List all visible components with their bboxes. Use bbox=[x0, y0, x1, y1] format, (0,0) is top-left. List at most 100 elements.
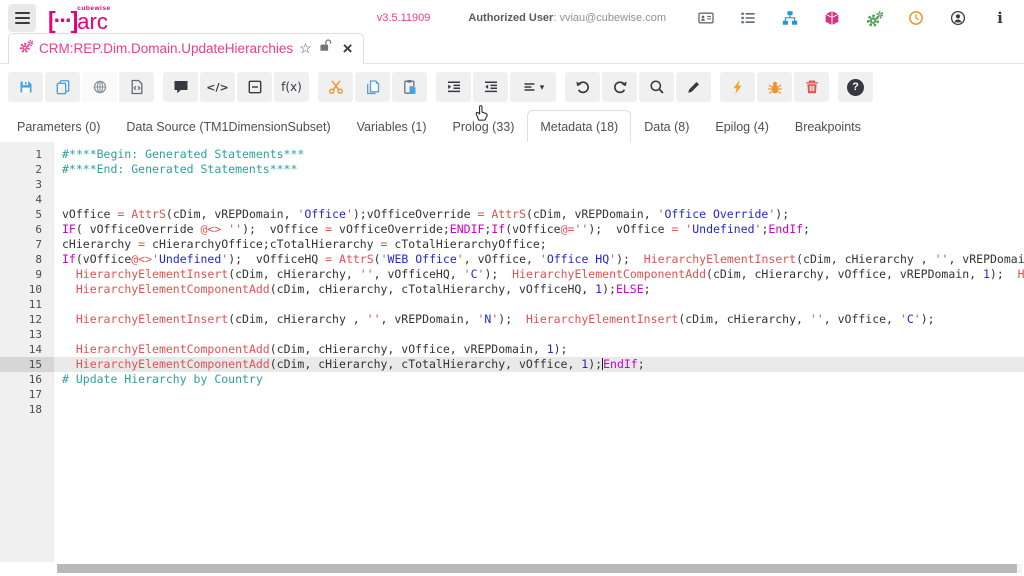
line-number[interactable]: 13 bbox=[0, 327, 54, 342]
file-code-button[interactable] bbox=[119, 72, 154, 102]
tab-data-source-tm1dimensionsubset[interactable]: Data Source (TM1DimensionSubset) bbox=[113, 110, 343, 144]
help-button[interactable]: ? bbox=[838, 72, 873, 102]
process-gears-icon bbox=[19, 39, 33, 53]
list-icon bbox=[740, 10, 756, 26]
line-number[interactable]: 18 bbox=[0, 402, 54, 417]
process-gear-icon bbox=[19, 39, 33, 58]
indent-button[interactable] bbox=[436, 72, 471, 102]
comment-icon bbox=[173, 79, 189, 95]
code-line-3[interactable]: 3 bbox=[0, 177, 1024, 192]
code-block-button[interactable]: </> bbox=[200, 72, 235, 102]
line-number[interactable]: 8 bbox=[0, 252, 54, 267]
run-button[interactable] bbox=[720, 72, 755, 102]
code-line-13[interactable]: 13 bbox=[0, 327, 1024, 342]
code-line-10[interactable]: 10 HierarchyElementComponentAdd(cDim, cH… bbox=[0, 282, 1024, 297]
code-line-6[interactable]: 6IF( vOfficeOverride @<> ''); vOffice = … bbox=[0, 222, 1024, 237]
undo-button[interactable] bbox=[565, 72, 600, 102]
menu-button[interactable] bbox=[8, 4, 36, 32]
clock-icon-button[interactable] bbox=[906, 8, 926, 28]
cube-icon-button[interactable] bbox=[822, 8, 842, 28]
globe-button[interactable] bbox=[82, 72, 117, 102]
tab-data-8[interactable]: Data (8) bbox=[631, 110, 702, 144]
hamburger-icon bbox=[15, 12, 30, 14]
cubewise-arc-logo[interactable]: [···] cubewise arc bbox=[48, 6, 111, 30]
tab-prolog-33[interactable]: Prolog (33) bbox=[440, 110, 528, 144]
line-number[interactable]: 2 bbox=[0, 162, 54, 177]
tab-epilog-4[interactable]: Epilog (4) bbox=[702, 110, 782, 144]
tab-variables-1[interactable]: Variables (1) bbox=[344, 110, 440, 144]
favorite-star-icon[interactable]: ☆ bbox=[299, 41, 312, 55]
code-line-5[interactable]: 5vOffice = AttrS(cDim, vREPDomain, 'Offi… bbox=[0, 207, 1024, 222]
copy-process-button[interactable] bbox=[45, 72, 80, 102]
code-editor[interactable]: 1#****Begin: Generated Statements***2#**… bbox=[0, 142, 1024, 576]
line-number[interactable]: 17 bbox=[0, 387, 54, 402]
line-number[interactable]: 12 bbox=[0, 312, 54, 327]
code-line-4[interactable]: 4 bbox=[0, 192, 1024, 207]
code-line-16[interactable]: 16# Update Hierarchy by Country bbox=[0, 372, 1024, 387]
horizontal-scrollbar[interactable] bbox=[57, 564, 1022, 573]
scrollbar-thumb[interactable] bbox=[57, 564, 1017, 573]
line-number[interactable]: 9 bbox=[0, 267, 54, 282]
code-line-18[interactable]: 18 bbox=[0, 402, 1024, 417]
toolbar-group: ▾ bbox=[436, 72, 556, 102]
line-number[interactable]: 11 bbox=[0, 297, 54, 312]
toolbar-group bbox=[318, 72, 427, 102]
line-number[interactable]: 14 bbox=[0, 342, 54, 357]
editor-toolbar: </> f(x) ▾? bbox=[0, 64, 1024, 110]
line-number[interactable]: 10 bbox=[0, 282, 54, 297]
globe-icon bbox=[92, 79, 108, 95]
code-line-14[interactable]: 14 HierarchyElementComponentAdd(cDim, cH… bbox=[0, 342, 1024, 357]
collapse-button[interactable] bbox=[237, 72, 272, 102]
code-line-7[interactable]: 7cHierarchy = cHierarchyOffice;cTotalHie… bbox=[0, 237, 1024, 252]
format-dropdown-button[interactable]: ▾ bbox=[510, 72, 556, 102]
search-button[interactable] bbox=[639, 72, 674, 102]
line-number[interactable]: 4 bbox=[0, 192, 54, 207]
line-number[interactable]: 1 bbox=[0, 147, 54, 162]
copy-icon bbox=[55, 79, 71, 95]
code-line-15[interactable]: 15 HierarchyElementComponentAdd(cDim, cH… bbox=[0, 357, 1024, 372]
line-number[interactable]: 16 bbox=[0, 372, 54, 387]
redo-button[interactable] bbox=[602, 72, 637, 102]
save-button[interactable] bbox=[8, 72, 43, 102]
delete-button[interactable] bbox=[794, 72, 829, 102]
code-line-8[interactable]: 8If(vOffice@<>'Undefined'); vOfficeHQ = … bbox=[0, 252, 1024, 267]
code-tag-icon: </> bbox=[206, 82, 228, 93]
line-number[interactable]: 15 bbox=[0, 357, 54, 372]
undo-icon bbox=[575, 79, 591, 95]
unlock-icon[interactable] bbox=[318, 38, 333, 58]
gears-icon bbox=[866, 10, 883, 27]
code-area[interactable]: 1#****Begin: Generated Statements***2#**… bbox=[0, 142, 1024, 417]
gears-icon-button[interactable] bbox=[864, 8, 884, 28]
sitemap-icon-button[interactable] bbox=[780, 8, 800, 28]
close-tab-icon[interactable]: × bbox=[343, 40, 353, 57]
line-number[interactable]: 6 bbox=[0, 222, 54, 237]
section-tabs: Parameters (0)Data Source (TM1DimensionS… bbox=[0, 110, 1024, 144]
code-line-1[interactable]: 1#****Begin: Generated Statements*** bbox=[0, 147, 1024, 162]
code-line-11[interactable]: 11 bbox=[0, 297, 1024, 312]
paste-button[interactable] bbox=[392, 72, 427, 102]
id-card-icon-button[interactable] bbox=[696, 8, 716, 28]
line-number[interactable]: 7 bbox=[0, 237, 54, 252]
tab-breakpoints[interactable]: Breakpoints bbox=[782, 110, 874, 144]
function-button[interactable]: f(x) bbox=[274, 72, 309, 102]
copy-selection-button[interactable] bbox=[355, 72, 390, 102]
app-window: [···] cubewise arc v3.5.11909 Authorized… bbox=[0, 0, 1024, 144]
list-icon-button[interactable] bbox=[738, 8, 758, 28]
comment-button[interactable] bbox=[163, 72, 198, 102]
document-tab[interactable]: CRM:REP.Dim.Domain.UpdateHierarchies ☆ × bbox=[8, 33, 364, 64]
tab-metadata-18[interactable]: Metadata (18) bbox=[527, 110, 631, 144]
edit-button[interactable] bbox=[676, 72, 711, 102]
line-number[interactable]: 5 bbox=[0, 207, 54, 222]
line-number[interactable]: 3 bbox=[0, 177, 54, 192]
user-icon-button[interactable] bbox=[948, 8, 968, 28]
debug-button[interactable] bbox=[757, 72, 792, 102]
code-line-2[interactable]: 2#****End: Generated Statements**** bbox=[0, 162, 1024, 177]
cut-button[interactable] bbox=[318, 72, 353, 102]
file-code-icon bbox=[129, 79, 145, 95]
outdent-button[interactable] bbox=[473, 72, 508, 102]
code-line-9[interactable]: 9 HierarchyElementInsert(cDim, cHierarch… bbox=[0, 267, 1024, 282]
info-icon-button[interactable]: i bbox=[990, 8, 1010, 28]
code-line-17[interactable]: 17 bbox=[0, 387, 1024, 402]
code-line-12[interactable]: 12 HierarchyElementInsert(cDim, cHierarc… bbox=[0, 312, 1024, 327]
tab-parameters-0[interactable]: Parameters (0) bbox=[4, 110, 113, 144]
